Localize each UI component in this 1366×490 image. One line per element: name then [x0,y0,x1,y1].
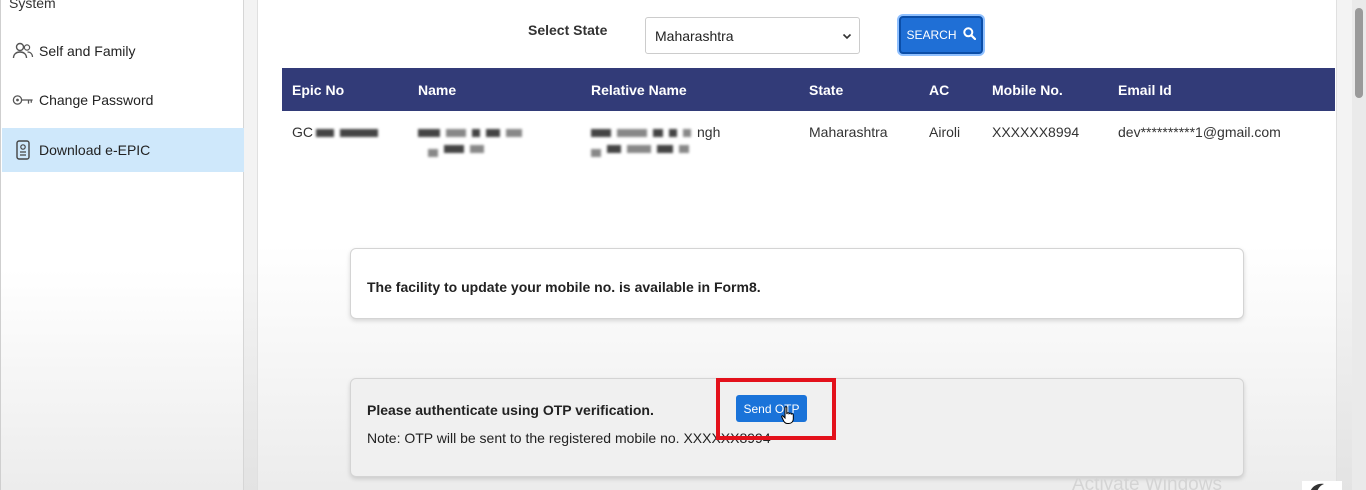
sidebar-item-label: Change Password [39,92,154,108]
epic-no-prefix: GC [292,124,313,140]
redacted-epic-no [313,124,384,140]
cell-state: Maharashtra [809,124,888,140]
redacted-relative-name-line2 [591,140,695,158]
state-select-value: Maharashtra [655,27,734,44]
cell-relative-name: ngh [581,111,799,177]
cell-email-id: dev**********1@gmail.com [1118,124,1281,140]
table-header-row: Epic No Name Relative Name State AC Mobi… [282,68,1335,111]
sidebar-item-self-and-family[interactable]: Self and Family [2,29,244,73]
chevron-down-icon [841,29,853,45]
select-state-label: Select State [528,22,608,38]
sidebar-item-change-password[interactable]: Change Password [2,78,244,122]
redacted-name [418,124,528,158]
cell-ac: Airoli [929,124,961,140]
id-card-icon [12,139,34,161]
table-row: GC ngh Maharashtra Airoli XXXXXX8994 dev… [282,111,1335,177]
column-header-email-id: Email Id [1118,81,1172,98]
windows-activation-watermark: Activate Windows [1072,474,1222,490]
taskbar-app-icon [1302,479,1342,490]
highlight-box [716,378,836,440]
redacted-relative-name [591,124,697,140]
cell-epic-no: GC [282,111,408,177]
sidebar: System Self and Family Change Password D… [0,0,244,490]
hand-cursor-icon [781,406,795,429]
column-header-ac: AC [929,81,950,98]
state-select[interactable]: Maharashtra [645,17,860,54]
vertical-scrollbar[interactable] [1352,0,1366,490]
cell-mobile-no: XXXXXX8994 [992,124,1080,140]
key-icon [12,89,34,111]
sidebar-item-label: Self and Family [39,43,136,59]
mobile-update-notice: The facility to update your mobile no. i… [350,248,1244,319]
search-button-label: SEARCH [906,28,957,42]
sidebar-section-label: System [9,0,56,11]
otp-note: Note: OTP will be sent to the registered… [367,430,771,446]
scrollbar-thumb[interactable] [1355,8,1363,98]
sidebar-item-label: Download e-EPIC [39,142,151,158]
sidebar-item-download-e-epic[interactable]: Download e-EPIC [2,128,244,172]
relative-name-suffix: ngh [697,124,721,140]
otp-title: Please authenticate using OTP verificati… [367,402,654,418]
search-button[interactable]: SEARCH [899,16,983,54]
cell-name [408,111,581,177]
column-header-epic-no: Epic No [292,81,345,98]
column-header-state: State [809,81,844,98]
people-icon [12,40,34,62]
results-table: Epic No Name Relative Name State AC Mobi… [282,68,1335,177]
mobile-update-notice-text: The facility to update your mobile no. i… [367,279,761,295]
search-icon [962,27,976,43]
column-header-name: Name [418,81,457,98]
column-header-relative-name: Relative Name [591,81,687,98]
column-header-mobile-no: Mobile No. [992,81,1063,98]
